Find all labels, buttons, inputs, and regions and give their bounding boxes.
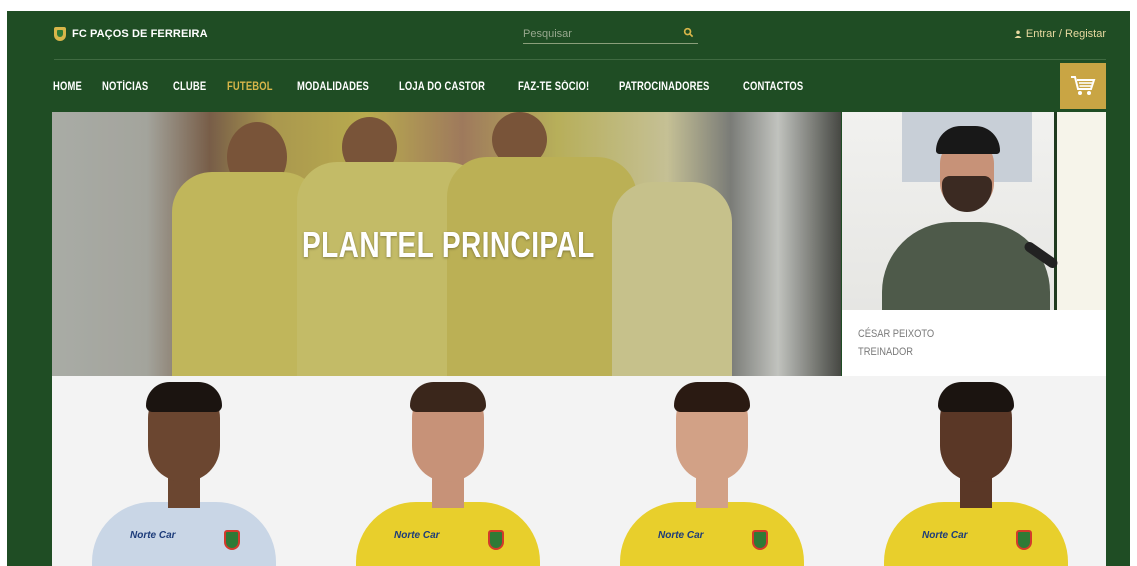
nav-item-futebol[interactable]: FUTEBOL xyxy=(227,81,273,93)
player-card[interactable]: Norte Car xyxy=(52,376,316,566)
player-card[interactable]: Norte Car xyxy=(844,376,1108,566)
divider xyxy=(54,59,1106,60)
nav-item-contactos[interactable]: CONTACTOS xyxy=(743,81,803,93)
club-badge-icon xyxy=(1016,530,1032,550)
club-crest-icon xyxy=(54,27,66,41)
nav-item-faz-te-socio[interactable]: FAZ-TE SÓCIO! xyxy=(518,81,589,93)
coach-role: TREINADOR xyxy=(858,346,914,358)
cart-button[interactable] xyxy=(1060,63,1106,109)
club-badge-icon xyxy=(752,530,768,550)
nav-item-clube[interactable]: CLUBE xyxy=(173,81,206,93)
shirt-sponsor: Norte Car xyxy=(922,530,968,541)
player-hair xyxy=(410,382,486,412)
coach-cap xyxy=(936,126,1000,154)
nav-item-modalidades[interactable]: MODALIDADES xyxy=(297,81,369,93)
player-card[interactable]: Norte Car xyxy=(580,376,844,566)
player-shirt xyxy=(620,502,804,566)
page-frame: FC PAÇOS DE FERREIRA Entrar / Registar H… xyxy=(7,11,1130,566)
top-bar: FC PAÇOS DE FERREIRA Entrar / Registar xyxy=(7,11,1130,57)
player-hair xyxy=(674,382,750,412)
main-nav: HOME NOTÍCIAS CLUBE FUTEBOL MODALIDADES … xyxy=(53,81,831,93)
player-shirt xyxy=(356,502,540,566)
player-grid: Norte Car Norte Car Norte Car Norte Car xyxy=(52,376,1106,566)
nav-item-patrocinadores[interactable]: PATROCINADORES xyxy=(619,81,709,93)
brand-name: FC PAÇOS DE FERREIRA xyxy=(72,28,208,40)
search-icon[interactable] xyxy=(683,27,694,38)
shirt-sponsor: Norte Car xyxy=(130,530,176,541)
search-box xyxy=(523,24,698,44)
player-hair xyxy=(146,382,222,412)
hero-title: PLANTEL PRINCIPAL xyxy=(302,224,595,265)
shirt-sponsor: Norte Car xyxy=(394,530,440,541)
coach-photo xyxy=(842,112,1106,310)
club-badge-icon xyxy=(224,530,240,550)
search-input[interactable] xyxy=(523,27,673,40)
coach-name: CÉSAR PEIXOTO xyxy=(858,328,935,340)
shirt-sponsor: Norte Car xyxy=(658,530,704,541)
user-icon xyxy=(1014,30,1022,38)
player-shirt xyxy=(92,502,276,566)
sponsor-banner xyxy=(1054,112,1106,310)
hero-banner[interactable]: PLANTEL PRINCIPAL xyxy=(52,112,841,376)
nav-item-noticias[interactable]: NOTÍCIAS xyxy=(102,81,148,93)
brand-logo[interactable]: FC PAÇOS DE FERREIRA xyxy=(54,27,208,41)
login-link[interactable]: Entrar / Registar xyxy=(1014,28,1106,40)
login-label: Entrar / Registar xyxy=(1025,28,1106,40)
player-card[interactable]: Norte Car xyxy=(316,376,580,566)
player-hair xyxy=(938,382,1014,412)
coach-card[interactable]: CÉSAR PEIXOTO TREINADOR xyxy=(842,112,1106,376)
shopping-cart-icon xyxy=(1071,76,1096,95)
player-shirt xyxy=(884,502,1068,566)
nav-item-home[interactable]: HOME xyxy=(53,81,82,93)
nav-item-loja-do-castor[interactable]: LOJA DO CASTOR xyxy=(399,81,485,93)
coach-beard xyxy=(942,176,992,212)
club-badge-icon xyxy=(488,530,504,550)
coach-jacket xyxy=(882,222,1050,310)
